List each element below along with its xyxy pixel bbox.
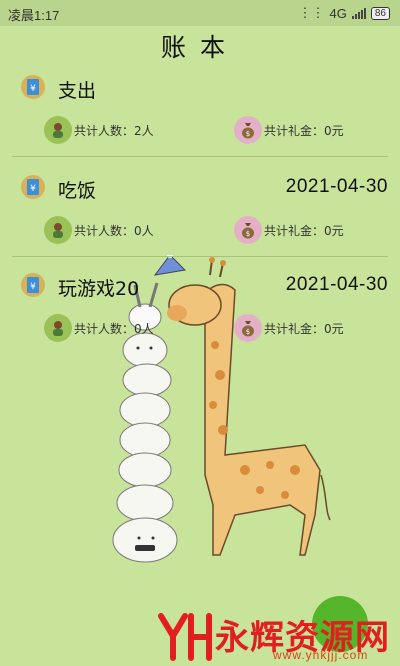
ledger-date: 2021-04-30 [285, 176, 388, 197]
gift-label: 共计礼金：0元 [264, 321, 344, 336]
money-bag-icon: $ [234, 216, 262, 244]
divider [12, 156, 388, 157]
watermark-url: www.yhkjjj.com [273, 648, 369, 662]
ledger-people-count: 共计人数：0人 [44, 216, 154, 244]
network-type: 4G [329, 5, 347, 21]
ledger-name: 玩游戏20 [58, 278, 140, 300]
svg-text:¥: ¥ [30, 282, 36, 292]
svg-text:¥: ¥ [30, 184, 36, 194]
signal-strength-icon [351, 7, 366, 19]
ledger-name: 吃饭 [58, 180, 97, 202]
svg-text:¥: ¥ [30, 84, 36, 94]
svg-text:$: $ [246, 130, 250, 138]
person-avatar-icon [44, 116, 72, 144]
ledger-gift-total: $ 共计礼金：0元 [234, 116, 344, 144]
ledger-gift-total: $ 共计礼金：0元 [234, 216, 344, 244]
ledger-book-icon: ¥ [21, 273, 45, 297]
money-bag-icon: $ [234, 116, 262, 144]
people-label: 共计人数：2人 [74, 123, 154, 138]
svg-text:$: $ [246, 230, 250, 238]
status-bar: 凌晨1:17 ⋮⋮ 4G 86 [0, 0, 400, 26]
gift-label: 共计礼金：0元 [264, 223, 344, 238]
ledger-gift-total: $ 共计礼金：0元 [234, 314, 344, 342]
people-label: 共计人数：0人 [74, 223, 154, 238]
ledger-book-icon: ¥ [21, 75, 45, 99]
ledger-item[interactable]: ¥ 支出 共计人数：2人 $ 共计礼金：0元 [0, 70, 400, 170]
status-indicators: ⋮⋮ 4G 86 [299, 5, 390, 21]
person-avatar-icon [44, 314, 72, 342]
person-avatar-icon [44, 216, 72, 244]
ledger-people-count: 共计人数：0人 [44, 314, 154, 342]
ledger-item[interactable]: ¥ 吃饭 2021-04-30 共计人数：0人 $ 共计礼金：0元 [0, 170, 400, 270]
people-label: 共计人数：0人 [74, 321, 154, 336]
watermark: 永辉资源网 www.yhkjjj.com [155, 608, 395, 664]
watermark-logo-icon [158, 613, 212, 661]
ledger-name: 支出 [58, 80, 97, 102]
svg-text:$: $ [246, 328, 250, 336]
status-time: 凌晨1:17 [8, 8, 60, 23]
money-bag-icon: $ [234, 314, 262, 342]
battery-indicator: 86 [370, 6, 390, 20]
gift-label: 共计礼金：0元 [264, 123, 344, 138]
ledger-date: 2021-04-30 [285, 274, 388, 295]
divider [12, 256, 388, 257]
signal-dots-icon: ⋮⋮ [298, 5, 325, 20]
ledger-book-icon: ¥ [21, 175, 45, 199]
ledger-item[interactable]: ¥ 玩游戏20 2021-04-30 共计人数：0人 $ 共计礼金：0元 [0, 268, 400, 368]
page-title: 账本 [160, 33, 239, 62]
ledger-people-count: 共计人数：2人 [44, 116, 154, 144]
